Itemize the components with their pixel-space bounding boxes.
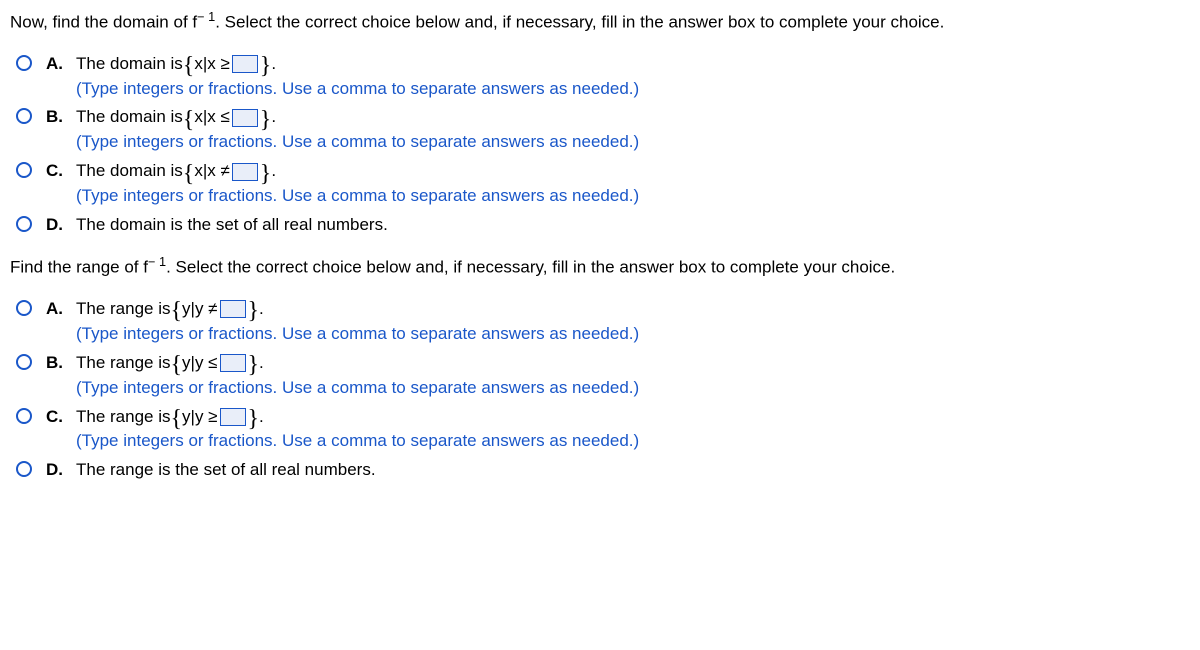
domain-d-text: The domain is the set of all real number… [76, 214, 388, 237]
range-option-c: C. The range is { y|y ≥ } . (Type intege… [16, 406, 1190, 454]
range-a-text: The range is { y|y ≠ } . [76, 298, 639, 321]
range-b-text: The range is { y|y ≤ } . [76, 352, 639, 375]
range-prompt-post: . Select the correct choice below and, i… [166, 258, 895, 277]
range-prompt-pre: Find the range of f [10, 258, 148, 277]
domain-a-hint: (Type integers or fractions. Use a comma… [76, 78, 639, 101]
option-letter: A. [46, 298, 70, 321]
range-option-a: A. The range is { y|y ≠ } . (Type intege… [16, 298, 1190, 346]
option-letter: D. [46, 214, 70, 237]
option-letter: D. [46, 459, 70, 482]
answer-input[interactable] [220, 300, 246, 318]
domain-option-c: C. The domain is { x|x ≠ } . (Type integ… [16, 160, 1190, 208]
domain-c-text: The domain is { x|x ≠ } . [76, 160, 639, 183]
radio-icon[interactable] [16, 408, 32, 424]
answer-input[interactable] [232, 163, 258, 181]
range-d-text: The range is the set of all real numbers… [76, 459, 376, 482]
range-prompt: Find the range of f− 1. Select the corre… [10, 253, 1190, 280]
range-c-text: The range is { y|y ≥ } . [76, 406, 639, 429]
domain-b-text: The domain is { x|x ≤ } . [76, 106, 639, 129]
range-c-hint: (Type integers or fractions. Use a comma… [76, 430, 639, 453]
answer-input[interactable] [232, 55, 258, 73]
radio-icon[interactable] [16, 300, 32, 316]
domain-prompt-exp: − 1 [197, 9, 215, 24]
range-prompt-exp: − 1 [148, 254, 166, 269]
option-letter: C. [46, 406, 70, 429]
option-letter: B. [46, 352, 70, 375]
domain-prompt: Now, find the domain of f− 1. Select the… [10, 8, 1190, 35]
answer-input[interactable] [232, 109, 258, 127]
radio-icon[interactable] [16, 162, 32, 178]
radio-icon[interactable] [16, 55, 32, 71]
radio-icon[interactable] [16, 354, 32, 370]
option-letter: B. [46, 106, 70, 129]
option-letter: A. [46, 53, 70, 76]
answer-input[interactable] [220, 408, 246, 426]
domain-a-text: The domain is { x|x ≥ } . [76, 53, 639, 76]
range-a-hint: (Type integers or fractions. Use a comma… [76, 323, 639, 346]
range-option-b: B. The range is { y|y ≤ } . (Type intege… [16, 352, 1190, 400]
domain-option-d: D. The domain is the set of all real num… [16, 214, 1190, 237]
answer-input[interactable] [220, 354, 246, 372]
domain-option-a: A. The domain is { x|x ≥ } . (Type integ… [16, 53, 1190, 101]
radio-icon[interactable] [16, 216, 32, 232]
radio-icon[interactable] [16, 108, 32, 124]
domain-options: A. The domain is { x|x ≥ } . (Type integ… [16, 53, 1190, 238]
option-letter: C. [46, 160, 70, 183]
radio-icon[interactable] [16, 461, 32, 477]
domain-b-hint: (Type integers or fractions. Use a comma… [76, 131, 639, 154]
range-options: A. The range is { y|y ≠ } . (Type intege… [16, 298, 1190, 483]
domain-option-b: B. The domain is { x|x ≤ } . (Type integ… [16, 106, 1190, 154]
range-option-d: D. The range is the set of all real numb… [16, 459, 1190, 482]
domain-prompt-post: . Select the correct choice below and, i… [215, 13, 944, 32]
domain-prompt-pre: Now, find the domain of f [10, 13, 197, 32]
range-b-hint: (Type integers or fractions. Use a comma… [76, 377, 639, 400]
domain-c-hint: (Type integers or fractions. Use a comma… [76, 185, 639, 208]
